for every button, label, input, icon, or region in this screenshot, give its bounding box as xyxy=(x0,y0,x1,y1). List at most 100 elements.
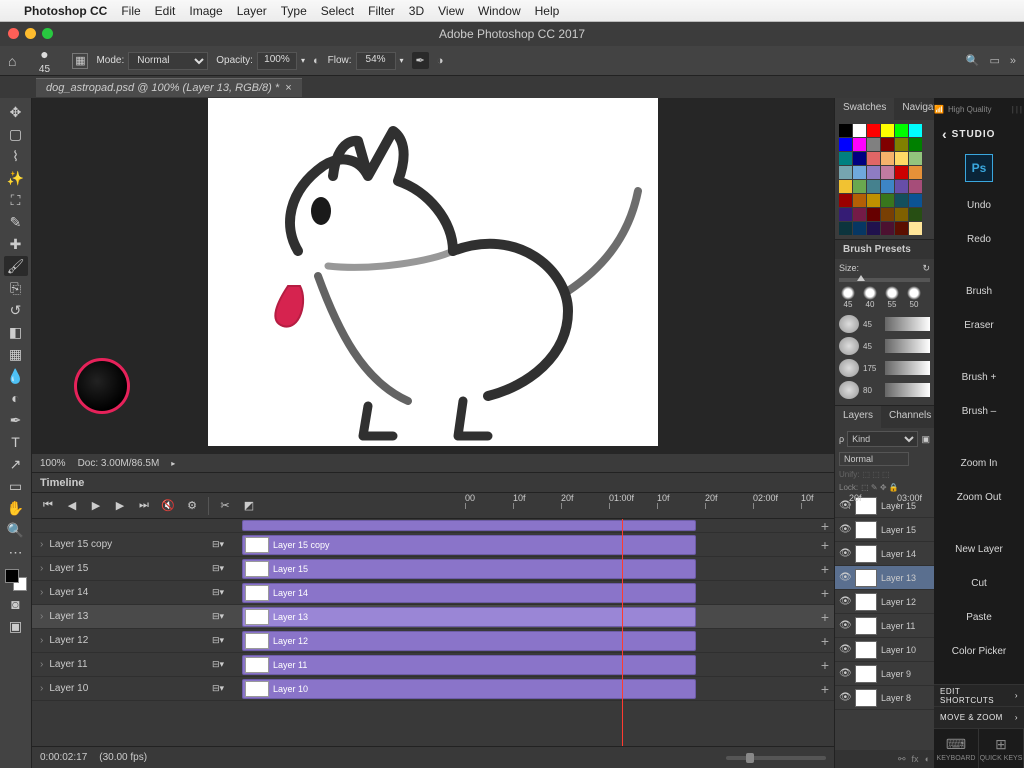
swatch[interactable] xyxy=(839,166,852,179)
timeline-track[interactable]: ›Layer 12⊟▾Layer 12+ xyxy=(32,629,834,653)
search-icon[interactable]: 🔍 xyxy=(966,54,980,67)
menu-view[interactable]: View xyxy=(438,4,464,18)
mask-icon[interactable]: ◐ xyxy=(925,754,930,764)
photoshop-app-icon[interactable]: Ps xyxy=(965,154,993,182)
shortcut-color-picker[interactable]: Color Picker xyxy=(934,634,1024,668)
fullscreen-window-button[interactable] xyxy=(42,28,53,39)
swatch[interactable] xyxy=(881,194,894,207)
swatch[interactable] xyxy=(867,180,880,193)
edit-toolbar-icon[interactable]: ⋯ xyxy=(4,542,28,562)
swatch[interactable] xyxy=(909,180,922,193)
menu-type[interactable]: Type xyxy=(281,4,307,18)
menu-image[interactable]: Image xyxy=(189,4,222,18)
fx-icon[interactable]: fx xyxy=(912,754,919,764)
filter-toggle-icon[interactable]: ▣ xyxy=(921,434,930,445)
go-last-frame-button[interactable]: ⏭ xyxy=(136,498,152,514)
visibility-icon[interactable]: 👁 xyxy=(839,596,851,607)
swatch[interactable] xyxy=(881,180,894,193)
audio-mute-button[interactable]: 🔇 xyxy=(160,498,176,514)
swatch[interactable] xyxy=(853,194,866,207)
layer-row[interactable]: 👁Layer 8 xyxy=(835,686,934,710)
go-first-frame-button[interactable]: ⏮ xyxy=(40,498,56,514)
edit-shortcuts-button[interactable]: EDIT SHORTCUTS› xyxy=(934,684,1024,706)
brush-panel-icon[interactable]: ▦ xyxy=(72,53,88,69)
fps-display[interactable]: (30.00 fps) xyxy=(99,752,147,763)
opacity-field[interactable]: 100% xyxy=(257,52,297,70)
layers-tab[interactable]: Layers xyxy=(835,406,881,428)
shortcut-redo[interactable]: Redo xyxy=(934,222,1024,256)
brush-preset[interactable]: 50 xyxy=(905,286,923,309)
swatch[interactable] xyxy=(909,124,922,137)
swatch[interactable] xyxy=(909,222,922,235)
swatch[interactable] xyxy=(895,194,908,207)
home-icon[interactable]: ⌂ xyxy=(8,53,16,69)
swatch[interactable] xyxy=(909,194,922,207)
shortcut-brush-[interactable]: Brush – xyxy=(934,394,1024,428)
blend-mode-dropdown[interactable]: Normal xyxy=(128,52,208,70)
lasso-tool[interactable]: ⌇ xyxy=(4,146,28,166)
swatches-tab[interactable]: Swatches xyxy=(835,98,894,120)
eraser-tool[interactable]: ◧ xyxy=(4,322,28,342)
swatch[interactable] xyxy=(909,166,922,179)
zoom-slider[interactable] xyxy=(726,756,826,760)
visibility-icon[interactable]: 👁 xyxy=(839,524,851,535)
swatch[interactable] xyxy=(895,152,908,165)
history-brush-tool[interactable]: ↺ xyxy=(4,300,28,320)
hand-tool[interactable]: ✋ xyxy=(4,498,28,518)
swatch[interactable] xyxy=(839,208,852,221)
swatch[interactable] xyxy=(881,124,894,137)
magic-wand-tool[interactable]: ✨ xyxy=(4,168,28,188)
type-tool[interactable]: T xyxy=(4,432,28,452)
doc-info[interactable]: Doc: 3.00M/86.5M xyxy=(78,458,160,469)
layer-row[interactable]: 👁Layer 14 xyxy=(835,542,934,566)
screen-mode-icon[interactable]: ▣ xyxy=(4,616,28,636)
playhead[interactable] xyxy=(622,519,623,746)
layer-row[interactable]: 👁Layer 13 xyxy=(835,566,934,590)
swatch[interactable] xyxy=(881,152,894,165)
visibility-icon[interactable]: 👁 xyxy=(839,692,851,703)
close-tab-icon[interactable]: × xyxy=(285,82,291,94)
timeline-track[interactable]: ›Layer 15⊟▾Layer 15+ xyxy=(32,557,834,581)
crop-tool[interactable]: ⛶ xyxy=(4,190,28,210)
app-menu[interactable]: Photoshop CC xyxy=(24,4,107,18)
swatch[interactable] xyxy=(895,180,908,193)
link-layers-icon[interactable]: ⚯ xyxy=(898,754,906,765)
pressure-size-icon[interactable]: ◑ xyxy=(437,55,444,67)
minimize-window-button[interactable] xyxy=(25,28,36,39)
add-track-button[interactable]: + xyxy=(816,585,834,601)
swatch[interactable] xyxy=(909,208,922,221)
swatch[interactable] xyxy=(895,208,908,221)
menu-window[interactable]: Window xyxy=(478,4,521,18)
workspace-icon[interactable]: ▭ xyxy=(989,54,999,67)
shortcut-paste[interactable]: Paste xyxy=(934,600,1024,634)
menu-select[interactable]: Select xyxy=(321,4,354,18)
reset-icon[interactable]: ↻ xyxy=(922,263,930,274)
add-track-button[interactable]: + xyxy=(816,633,834,649)
swatch[interactable] xyxy=(895,124,908,137)
channels-tab[interactable]: Channels xyxy=(881,406,939,428)
swatch[interactable] xyxy=(909,152,922,165)
layer-row[interactable]: 👁Layer 9 xyxy=(835,662,934,686)
healing-tool[interactable]: ✚ xyxy=(4,234,28,254)
shortcut-eraser[interactable]: Eraser xyxy=(934,308,1024,342)
swatch[interactable] xyxy=(853,124,866,137)
play-button[interactable]: ▶ xyxy=(88,498,104,514)
zoom-tool[interactable]: 🔍 xyxy=(4,520,28,540)
flow-field[interactable]: 54% xyxy=(356,52,396,70)
menu-filter[interactable]: Filter xyxy=(368,4,395,18)
blur-tool[interactable]: 💧 xyxy=(4,366,28,386)
swatch[interactable] xyxy=(909,138,922,151)
swatch[interactable] xyxy=(881,222,894,235)
swatch[interactable] xyxy=(881,208,894,221)
studio-back-button[interactable]: STUDIO xyxy=(934,120,1024,148)
add-track-button[interactable]: + xyxy=(816,657,834,673)
swatch[interactable] xyxy=(839,124,852,137)
menu-layer[interactable]: Layer xyxy=(237,4,267,18)
brush-stroke-preset[interactable]: 80 xyxy=(839,379,930,401)
add-track-button[interactable]: + xyxy=(816,537,834,553)
timeline-track[interactable]: ›Layer 10⊟▾Layer 10+ xyxy=(32,677,834,701)
brush-preset[interactable]: 55 xyxy=(883,286,901,309)
swatch[interactable] xyxy=(839,194,852,207)
brush-stroke-preset[interactable]: 175 xyxy=(839,357,930,379)
timeline-track[interactable]: ›Layer 11⊟▾Layer 11+ xyxy=(32,653,834,677)
